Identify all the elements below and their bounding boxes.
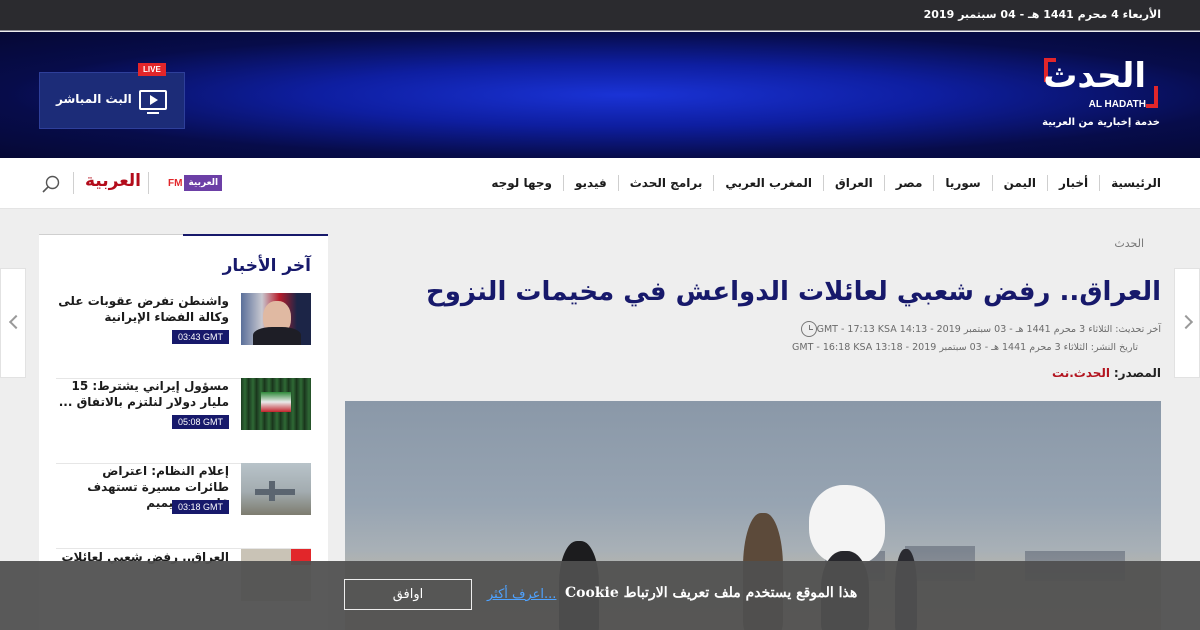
clock-icon xyxy=(800,321,817,337)
cookie-message: هذا الموقع يستخدم ملف تعريف الارتباط Coo… xyxy=(565,585,858,601)
news-headline[interactable]: مسؤول إيراني يشترط: 15 مليار دولار لنلتز… xyxy=(57,378,229,410)
nav-item-home[interactable]: الرئيسية xyxy=(1099,175,1161,191)
logo-arabic-text: الحدث xyxy=(1043,56,1147,96)
nav-item-video[interactable]: فيديو xyxy=(563,175,618,191)
prev-article-arrow[interactable] xyxy=(0,268,26,378)
alarabiya-logo-link[interactable]: العربية xyxy=(85,171,141,191)
thumb-suit xyxy=(253,327,301,345)
header-banner: الحدث AL HADATH خدمة إخبارية من العربية … xyxy=(0,32,1200,158)
news-thumbnail[interactable] xyxy=(241,293,311,345)
chevron-left-icon xyxy=(8,314,24,330)
logo-english-text: AL HADATH xyxy=(1088,99,1146,110)
chevron-right-icon xyxy=(1178,314,1194,330)
fm-prefix: FM xyxy=(168,177,183,189)
updated-timestamp: آخر تحديث: الثلاثاء 3 محرم 1441 هـ - 03 … xyxy=(816,323,1161,335)
tv-play-icon xyxy=(139,90,167,114)
fm-box-label: العربية xyxy=(184,175,223,191)
nav-item-egypt[interactable]: مصر xyxy=(883,175,934,191)
nav-item-face-to-face[interactable]: وجها لوجه xyxy=(480,175,563,191)
nav-items: الرئيسية أخبار اليمن سوريا مصر العراق ال… xyxy=(480,175,1161,191)
source-line: المصدر: الحدث.نت xyxy=(1052,366,1161,380)
nav-item-yemen[interactable]: اليمن xyxy=(991,175,1047,191)
updated-row: آخر تحديث: الثلاثاء 3 محرم 1441 هـ - 03 … xyxy=(795,321,1161,337)
search-icon[interactable] xyxy=(42,175,60,193)
main-nav: الرئيسية أخبار اليمن سوريا مصر العراق ال… xyxy=(0,158,1200,209)
nav-item-programs[interactable]: برامج الحدث xyxy=(617,175,714,191)
news-thumbnail[interactable] xyxy=(241,378,311,430)
thumb-aircraft xyxy=(255,489,295,495)
sidebar-tab-indicator xyxy=(183,234,328,236)
nav-item-iraq[interactable]: العراق xyxy=(823,175,884,191)
breadcrumb[interactable]: الحدث xyxy=(1114,237,1144,250)
thumb-flag xyxy=(261,392,291,412)
sidebar-title: آخر الأخبار xyxy=(222,256,311,276)
nav-divider xyxy=(73,172,74,194)
live-stream-label: البث المباشر xyxy=(56,92,132,106)
news-time: 03:18 GMT xyxy=(171,500,229,514)
news-item[interactable]: مسؤول إيراني يشترط: 15 مليار دولار لنلتز… xyxy=(56,378,311,464)
cookie-accept-button[interactable]: اوافق xyxy=(344,579,472,610)
logo-bracket-bottom xyxy=(1146,86,1158,108)
nav-item-news[interactable]: أخبار xyxy=(1047,175,1099,191)
thumb-aircraft-wing xyxy=(269,481,275,501)
source-link[interactable]: الحدث.نت xyxy=(1052,366,1110,380)
nav-divider xyxy=(148,172,149,194)
news-item[interactable]: واشنطن تفرض عقوبات على وكالة الفضاء الإي… xyxy=(56,293,311,379)
logo-tagline: خدمة إخبارية من العربية xyxy=(1042,117,1160,128)
article-title: العراق.. رفض شعبي لعائلات الدواعش في مخي… xyxy=(426,277,1161,307)
published-timestamp: تاريخ النشر: الثلاثاء 3 محرم 1441 هـ - 0… xyxy=(792,342,1138,353)
news-item[interactable]: إعلام النظام: اعتراض طائرات مسيرة تستهدف… xyxy=(56,463,311,549)
current-date: الأربعاء 4 محرم 1441 هـ - 04 سبتمبر 2019 xyxy=(923,8,1161,21)
source-label: المصدر: xyxy=(1113,366,1161,380)
top-date-bar: الأربعاء 4 محرم 1441 هـ - 04 سبتمبر 2019 xyxy=(0,0,1200,31)
published-row: تاريخ النشر: الثلاثاء 3 محرم 1441 هـ - 0… xyxy=(792,342,1138,353)
alhadath-logo[interactable]: الحدث AL HADATH خدمة إخبارية من العربية xyxy=(1036,56,1160,136)
cookie-consent-bar: اوافق ...اعرف أكثر هذا الموقع يستخدم ملف… xyxy=(0,561,1200,630)
live-badge: LIVE xyxy=(138,63,166,76)
nav-item-maghreb[interactable]: المغرب العربي xyxy=(713,175,823,191)
cookie-learn-more-link[interactable]: ...اعرف أكثر xyxy=(487,587,556,602)
alarabiya-fm-link[interactable]: FM العربية xyxy=(168,173,223,193)
news-time: 05:08 GMT xyxy=(171,415,229,429)
live-stream-button[interactable]: LIVE البث المباشر xyxy=(39,63,185,129)
news-headline[interactable]: واشنطن تفرض عقوبات على وكالة الفضاء الإي… xyxy=(57,293,229,325)
news-thumbnail[interactable] xyxy=(241,463,311,515)
next-article-arrow[interactable] xyxy=(1174,268,1200,378)
news-time: 03:43 GMT xyxy=(171,330,229,344)
nav-item-syria[interactable]: سوريا xyxy=(933,175,991,191)
